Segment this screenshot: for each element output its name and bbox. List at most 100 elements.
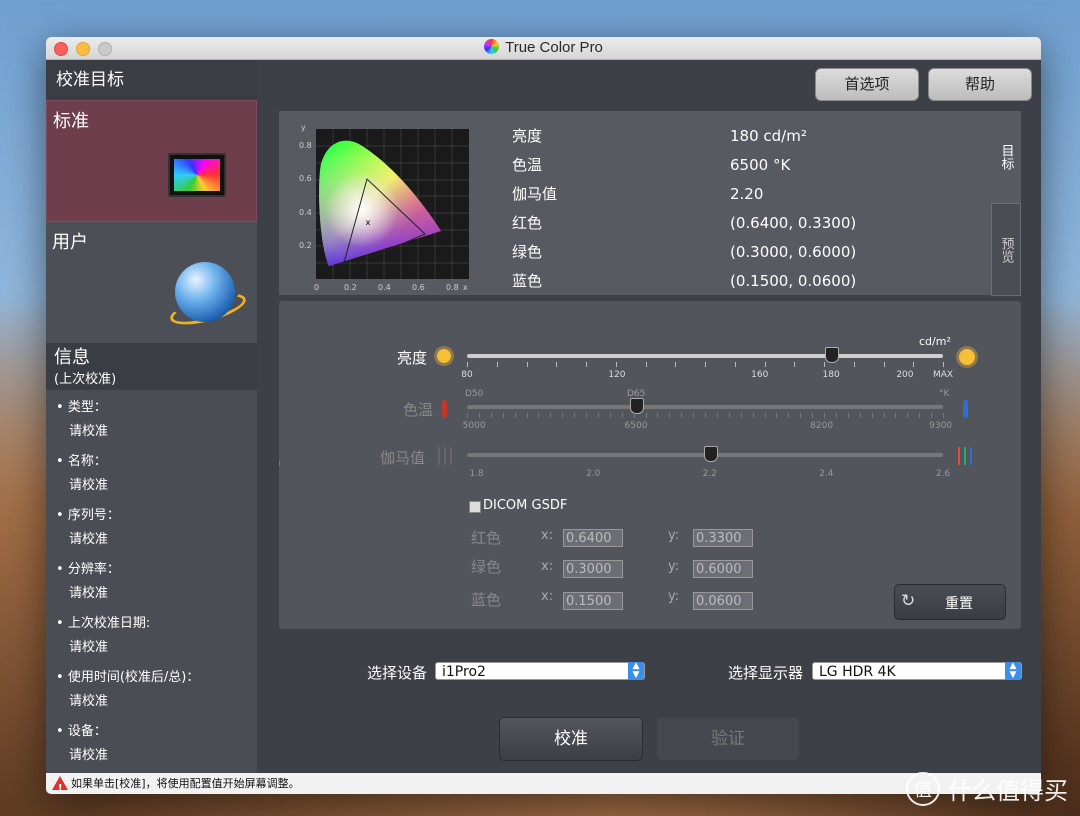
gamut-y-tick: 0.2: [299, 241, 312, 250]
info-value: 请校准: [69, 586, 109, 601]
device-select-value: i1Pro2: [442, 664, 486, 680]
temperature-tick-mark: [859, 413, 861, 418]
info-row-serial: 序列号： 请校准: [56, 504, 247, 547]
red-y-input[interactable]: 0.3300: [693, 529, 753, 547]
temperature-tick-mark: [835, 413, 837, 418]
info-value: 请校准: [69, 532, 109, 547]
brightness-unit: cd/m²: [919, 335, 951, 348]
equalizer-left-icon: [437, 447, 453, 465]
sidebar-item-standard[interactable]: 标准: [46, 100, 257, 222]
status-message: 如果单击[校准]，将使用配置值开始屏幕调整。: [71, 777, 300, 790]
brightness-tick-mark: [794, 362, 796, 367]
green-y-input[interactable]: 0.6000: [693, 560, 753, 578]
gamma-slider-thumb[interactable]: [703, 446, 718, 462]
target-key: 红色: [512, 214, 543, 232]
target-values-table: 亮度 180 cd/m² 色温 6500 °K 伽马值 2.20 红色 (0.6400,…: [512, 121, 856, 295]
brightness-slider-track[interactable]: [467, 354, 943, 358]
temperature-tick-mark: [609, 413, 611, 418]
red-x-input[interactable]: 0.6400: [563, 529, 623, 547]
temperature-tick-mark: [716, 413, 718, 418]
brightness-tick-mark: [853, 362, 855, 367]
watermark-text: 什么值得买: [948, 777, 1068, 805]
info-label: 使用时间(校准后/总)：: [56, 666, 247, 685]
zoom-window-button[interactable]: [98, 42, 112, 56]
reset-label: 重置: [945, 596, 973, 612]
dicom-checkbox[interactable]: [469, 501, 481, 513]
info-label: 设备：: [56, 720, 247, 739]
dicom-label: DICOM GSDF: [483, 498, 568, 513]
temperature-tick-mark: [776, 413, 778, 418]
info-label: 分辨率：: [56, 558, 247, 577]
blue-x-label: x:: [541, 589, 554, 604]
target-side-tabs: 目标 预览: [991, 111, 1021, 296]
info-value: 请校准: [69, 478, 109, 493]
temperature-tick-label: 9300: [929, 421, 953, 431]
temperature-tick-mark: [895, 413, 897, 418]
temperature-slider-thumb[interactable]: [629, 398, 644, 414]
blue-y-input[interactable]: 0.0600: [693, 592, 753, 610]
temperature-tick-mark: [597, 413, 599, 418]
temperature-top-left: D50: [465, 389, 484, 399]
calibrate-button[interactable]: 校准: [499, 717, 643, 761]
title-bar: True Color Pro: [46, 37, 1041, 60]
brightness-tick-mark: [645, 362, 647, 367]
target-summary-panel: x y 0.8 0.6 0.4 0.2 0 0.2 0.4 0.6 0.8 x …: [279, 111, 991, 295]
green-x-input[interactable]: 0.3000: [563, 560, 623, 578]
target-row-temperature: 色温 6500 °K: [512, 150, 856, 179]
info-row-usage: 使用时间(校准后/总)： 请校准: [56, 666, 247, 709]
reset-button[interactable]: ↻ 重置: [894, 584, 1006, 620]
device-select-label: 选择设备: [367, 664, 428, 682]
thermometer-warm-icon: [442, 400, 447, 418]
gamut-y-axis-label: y: [301, 124, 306, 132]
brightness-tick-mark: [615, 362, 617, 367]
sidebar-item-label: 用户: [52, 232, 88, 253]
temperature-slider-track[interactable]: [467, 405, 943, 409]
gamma-label: 伽马值: [379, 449, 425, 467]
gamma-tick-label: 2.0: [585, 469, 601, 479]
temperature-tick-mark: [931, 413, 933, 418]
gamut-y-tick: 0.8: [299, 141, 312, 150]
brightness-tick-mark: [496, 362, 498, 367]
tab-target[interactable]: 目标: [991, 111, 1021, 203]
brightness-slider-thumb[interactable]: [825, 347, 840, 363]
temperature-tick-mark: [478, 413, 480, 418]
brightness-tick-label: 120: [608, 370, 626, 380]
refresh-icon: ↻: [901, 591, 916, 611]
minimize-window-button[interactable]: [76, 42, 90, 56]
device-select[interactable]: i1Pro2 ▲ ▼: [435, 662, 645, 680]
gamut-y-tick: 0.4: [299, 208, 312, 217]
info-title: 信息: [54, 347, 90, 368]
verify-button[interactable]: 验证: [656, 717, 800, 761]
target-key: 绿色: [512, 243, 543, 261]
target-value: 2.20: [730, 184, 764, 203]
temperature-tick-mark: [490, 413, 492, 418]
info-label: 上次校准日期:: [56, 612, 247, 631]
gamma-tick-label: 2.4: [819, 469, 834, 479]
tab-preview[interactable]: 预览: [991, 203, 1021, 296]
target-value: (0.6400, 0.3300): [730, 213, 857, 232]
brightness-tick-mark: [526, 362, 528, 367]
preferences-button[interactable]: 首选项: [815, 68, 919, 101]
sidebar-item-user[interactable]: 用户: [46, 222, 257, 344]
temperature-tick-mark: [919, 413, 921, 418]
display-select[interactable]: LG HDR 4K ▲ ▼: [812, 662, 1022, 680]
target-value: (0.3000, 0.6000): [730, 242, 857, 261]
brightness-tick-mark: [675, 362, 677, 367]
help-button[interactable]: 帮助: [928, 68, 1032, 101]
blue-primary-label: 蓝色: [471, 591, 502, 609]
temperature-tick-mark: [847, 413, 849, 418]
select-chevron-icon: ▲ ▼: [1005, 662, 1021, 680]
temperature-tick-mark: [800, 413, 802, 418]
temperature-tick-label: 6500: [624, 421, 648, 431]
close-window-button[interactable]: [54, 42, 68, 56]
gamut-x-tick: 0.8: [446, 283, 459, 292]
brightness-tick-mark: [913, 362, 915, 367]
window-title: True Color Pro: [505, 39, 603, 56]
temperature-tick-mark: [871, 413, 873, 418]
target-row-green: 绿色 (0.3000, 0.6000): [512, 237, 856, 266]
temperature-tick-mark: [740, 413, 742, 418]
info-row-device: 设备： 请校准: [56, 720, 247, 763]
info-label: 名称：: [56, 450, 247, 469]
blue-x-input[interactable]: 0.1500: [563, 592, 623, 610]
temperature-tick-mark: [514, 413, 516, 418]
